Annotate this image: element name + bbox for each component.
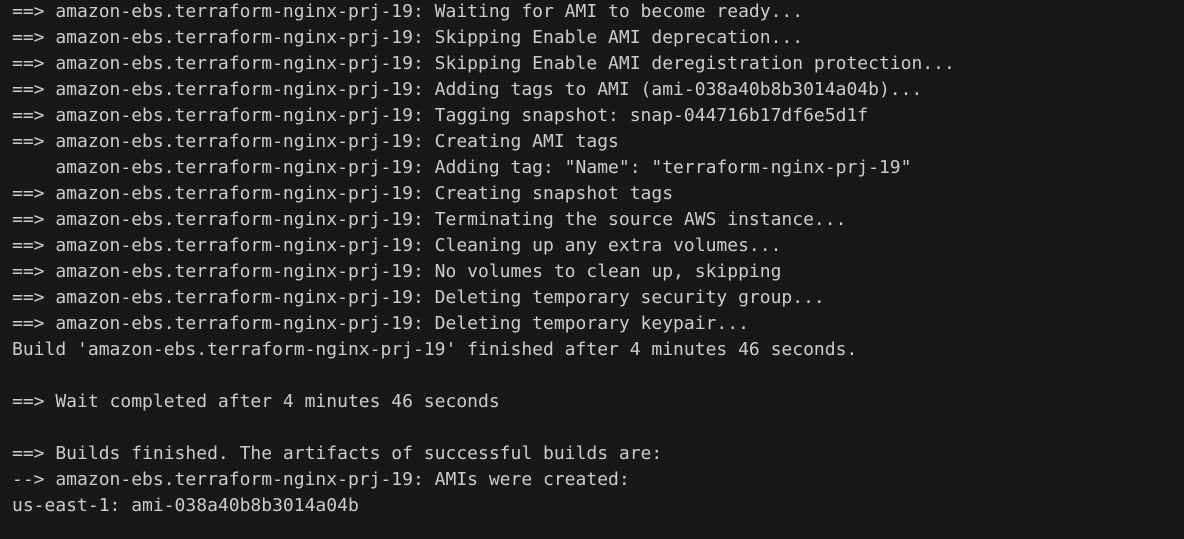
terminal-line: ==> amazon-ebs.terraform-nginx-prj-19: T… <box>12 105 869 126</box>
terminal-line: ==> amazon-ebs.terraform-nginx-prj-19: N… <box>12 261 782 282</box>
terminal-output: ==> amazon-ebs.terraform-nginx-prj-19: W… <box>12 0 1184 520</box>
terminal-line: ==> amazon-ebs.terraform-nginx-prj-19: A… <box>12 79 923 100</box>
terminal-panel[interactable]: ==> amazon-ebs.terraform-nginx-prj-19: W… <box>0 0 1184 539</box>
terminal-line: ==> amazon-ebs.terraform-nginx-prj-19: D… <box>12 313 749 334</box>
artifacts-line: --> amazon-ebs.terraform-nginx-prj-19: A… <box>12 469 630 490</box>
ami-result-line: us-east-1: ami-038a40b8b3014a04b <box>12 495 359 516</box>
build-summary-line: Build 'amazon-ebs.terraform-nginx-prj-19… <box>12 339 858 360</box>
terminal-line: ==> amazon-ebs.terraform-nginx-prj-19: T… <box>12 209 847 230</box>
terminal-line: ==> amazon-ebs.terraform-nginx-prj-19: W… <box>12 1 804 22</box>
terminal-line: ==> amazon-ebs.terraform-nginx-prj-19: S… <box>12 27 804 48</box>
terminal-line: ==> amazon-ebs.terraform-nginx-prj-19: C… <box>12 235 782 256</box>
terminal-line: ==> amazon-ebs.terraform-nginx-prj-19: D… <box>12 287 825 308</box>
terminal-line: ==> amazon-ebs.terraform-nginx-prj-19: C… <box>12 183 674 204</box>
builds-finished-line: ==> Builds finished. The artifacts of su… <box>12 443 663 464</box>
terminal-line: ==> amazon-ebs.terraform-nginx-prj-19: S… <box>12 53 955 74</box>
terminal-line: amazon-ebs.terraform-nginx-prj-19: Addin… <box>12 157 912 178</box>
wait-completed-line: ==> Wait completed after 4 minutes 46 se… <box>12 391 500 412</box>
terminal-line: ==> amazon-ebs.terraform-nginx-prj-19: C… <box>12 131 619 152</box>
